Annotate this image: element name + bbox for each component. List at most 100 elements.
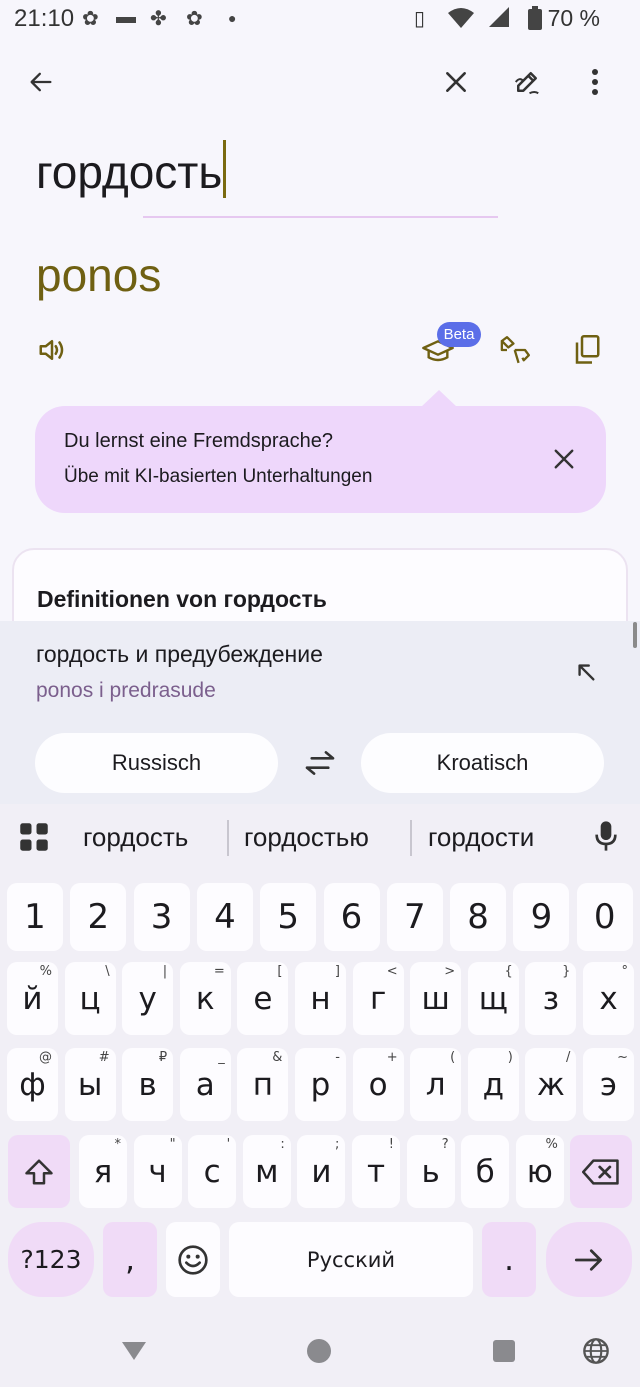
key-alt-symbol: | [162,964,168,979]
key[interactable]: ь? [406,1135,455,1208]
emoji-key[interactable] [166,1222,220,1297]
key[interactable]: з} [525,962,577,1035]
key[interactable]: п & [237,1048,289,1121]
key[interactable]: о + [352,1048,404,1121]
key[interactable]: 6 [323,883,380,951]
key[interactable]: х ° [583,962,634,1035]
target-language-button[interactable]: Kroatisch [361,733,604,793]
key[interactable]: л( [410,1048,462,1121]
key[interactable]: с ' [188,1135,237,1208]
back-button[interactable] [17,58,65,106]
key[interactable]: ы # [64,1048,116,1121]
key[interactable]: б [461,1135,510,1208]
word-suggestion[interactable]: гордости [428,822,534,853]
word-suggestion[interactable]: гордость [83,822,188,853]
language-switch-button[interactable] [572,1327,620,1375]
key-label: у [138,980,157,1017]
arrow-up-left-icon [578,664,595,681]
suggestion-source: гордость и предубеждение [36,641,323,667]
key[interactable]: 4 [196,883,253,951]
listen-button[interactable] [28,326,76,374]
enter-key[interactable] [546,1222,632,1297]
key[interactable]: 7 [386,883,443,951]
word-suggestion[interactable]: гордостью [244,822,369,853]
feedback-button[interactable] [492,326,540,374]
key-label: ц [79,980,101,1017]
dismiss-tip-button[interactable] [540,435,588,483]
suggestion-panel: гордость и предубеждение ponos i predras… [0,621,640,804]
hide-keyboard-button[interactable] [110,1327,158,1375]
key-alt-symbol: ~ [617,1050,628,1065]
swap-languages-button[interactable] [296,739,344,787]
key-alt-symbol: ; [335,1137,340,1152]
key-label: ю [526,1153,553,1190]
voice-input-button[interactable] [582,812,630,860]
key[interactable]: ц \ [64,962,116,1035]
key[interactable]: е[ [237,962,289,1035]
divider [143,216,498,218]
backspace-key[interactable] [570,1135,632,1208]
key[interactable]: 2 [70,883,127,951]
key[interactable]: я * [79,1135,127,1208]
key[interactable]: и; [297,1135,346,1208]
key-alt-symbol: ' [226,1137,231,1152]
keyboard: гордость гордостью гордости 1234567890 й… [0,804,640,1387]
key[interactable]: ю% [515,1135,564,1208]
key[interactable]: ш > [410,962,462,1035]
source-text-input[interactable]: гордость [36,140,227,199]
more-options-button[interactable] [571,58,619,106]
emoji-icon [178,1244,208,1275]
key[interactable]: г < [352,962,404,1035]
scrollbar[interactable] [633,622,637,648]
key[interactable]: в ₽ [122,1048,174,1121]
key-alt-symbol: : [280,1137,285,1152]
shift-key[interactable] [8,1135,70,1208]
key-alt-symbol: = [213,964,225,979]
key-alt-symbol: ₽ [158,1050,168,1065]
copy-icon [575,335,600,364]
key[interactable]: д) [467,1048,519,1121]
key-label: й [22,980,43,1017]
key[interactable]: т! [352,1135,400,1208]
key[interactable]: щ{ [467,962,519,1035]
key[interactable]: ж / [525,1048,577,1121]
key-label: ы [77,1066,103,1103]
key[interactable]: к = [179,962,231,1035]
key[interactable]: 9 [513,883,570,951]
symbols-key[interactable]: ?123 [8,1222,94,1297]
key[interactable]: 3 [133,883,190,951]
key-label: 1 [24,897,46,937]
practice-tip[interactable]: Du lernst eine Fremdsprache? Übe mit KI-… [35,406,606,513]
handwriting-button[interactable] [503,58,551,106]
key-label: р [310,1066,331,1103]
key[interactable]: 0 [576,883,633,951]
key[interactable]: э ~ [583,1048,634,1121]
source-language-button[interactable]: Russisch [35,733,278,793]
key[interactable]: у | [122,962,174,1035]
key[interactable]: 1 [7,883,63,951]
key-alt-symbol: ] [334,964,340,979]
key-alt-symbol: \ [105,964,110,979]
key[interactable]: й% [7,962,58,1035]
home-button[interactable] [295,1327,343,1375]
comma-key[interactable]: , [103,1222,157,1297]
key-alt-symbol: ° [621,964,629,979]
definitions-title: Definitionen von гордость [37,586,327,612]
keyboard-menu-button[interactable] [10,813,58,861]
recents-button[interactable] [480,1327,528,1375]
key[interactable]: р- [295,1048,346,1121]
beta-badge: Beta [437,322,481,347]
key[interactable]: ч " [133,1135,182,1208]
insert-suggestion-button[interactable] [562,648,610,696]
key[interactable]: м: [242,1135,291,1208]
key[interactable]: н] [295,962,346,1035]
clear-button[interactable] [432,58,480,106]
space-key[interactable]: Русский [229,1222,473,1297]
key[interactable]: ф @ [7,1048,58,1121]
home-circle-icon [307,1339,331,1363]
period-key[interactable]: . [482,1222,536,1297]
key[interactable]: 8 [450,883,507,951]
copy-button[interactable] [563,326,611,374]
key[interactable]: а _ [179,1048,231,1121]
key[interactable]: 5 [260,883,317,951]
